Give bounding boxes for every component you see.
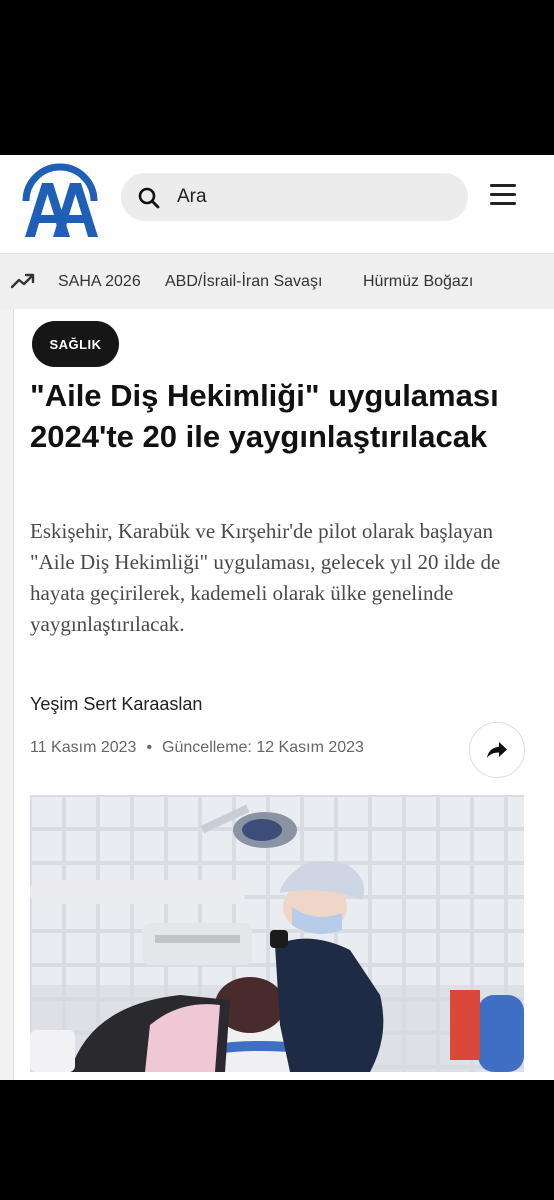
trending-item[interactable]: SAHA 2026 [58, 272, 141, 292]
article-dates: 11 Kasım 2023 • Güncelleme: 12 Kasım 2023 [30, 739, 364, 757]
article-summary: Eskişehir, Karabük ve Kırşehir'de pilot … [30, 519, 501, 636]
category-badge[interactable]: SAĞLIK [32, 321, 119, 367]
update-date: Güncelleme: 12 Kasım 2023 [162, 739, 364, 756]
menu-icon[interactable] [488, 182, 518, 206]
article-photo [30, 795, 524, 1072]
article-title: "Aile Diş Hekimliği" uygulaması 2024'te … [30, 378, 499, 454]
navigation-bar-area [0, 1080, 554, 1200]
search-input[interactable]: Ara [177, 186, 207, 208]
browser-page: Ara SAHA 2026 ABD/İsrail-İran Savaşı Hür… [0, 155, 554, 1080]
site-header: Ara [0, 155, 554, 253]
share-button[interactable] [469, 722, 525, 778]
article-author[interactable]: Yeşim Sert Karaaslan [30, 694, 202, 715]
share-icon [487, 742, 507, 758]
trending-item[interactable]: ABD/İsrail-İran Savaşı [165, 272, 322, 292]
date-separator: • [146, 739, 153, 756]
search-bar[interactable]: Ara [121, 173, 468, 221]
trending-icon [10, 273, 35, 289]
article-card: SAĞLIK "Aile Diş Hekimliği" uygulaması 2… [13, 309, 554, 1080]
aa-logo[interactable] [20, 161, 100, 239]
trending-bar: SAHA 2026 ABD/İsrail-İran Savaşı Hürmüz … [0, 253, 554, 309]
search-icon[interactable] [137, 186, 161, 210]
publish-date: 11 Kasım 2023 [30, 739, 137, 756]
trending-item[interactable]: Hürmüz Boğazı [363, 272, 473, 292]
status-bar-area [0, 0, 554, 155]
